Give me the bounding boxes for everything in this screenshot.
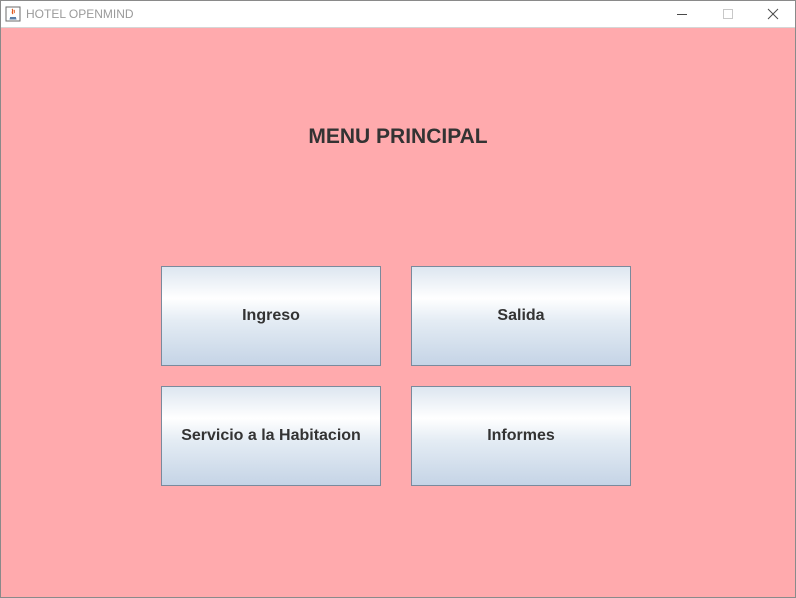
close-button[interactable]	[750, 1, 796, 27]
servicio-habitacion-button[interactable]: Servicio a la Habitacion	[161, 386, 381, 486]
app-window: HOTEL OPENMIND MENU PRINCIPAL Ingreso Sa…	[0, 0, 796, 598]
java-app-icon	[5, 6, 21, 22]
minimize-icon	[677, 14, 687, 15]
window-title: HOTEL OPENMIND	[26, 7, 134, 21]
informes-button[interactable]: Informes	[411, 386, 631, 486]
ingreso-button[interactable]: Ingreso	[161, 266, 381, 366]
main-panel: MENU PRINCIPAL Ingreso Salida Servicio a…	[1, 28, 795, 597]
close-icon	[767, 8, 779, 20]
maximize-icon	[723, 9, 733, 19]
minimize-button[interactable]	[659, 1, 705, 27]
salida-button[interactable]: Salida	[411, 266, 631, 366]
maximize-button[interactable]	[705, 1, 751, 27]
title-bar[interactable]: HOTEL OPENMIND	[1, 1, 795, 28]
page-title: MENU PRINCIPAL	[308, 125, 488, 148]
